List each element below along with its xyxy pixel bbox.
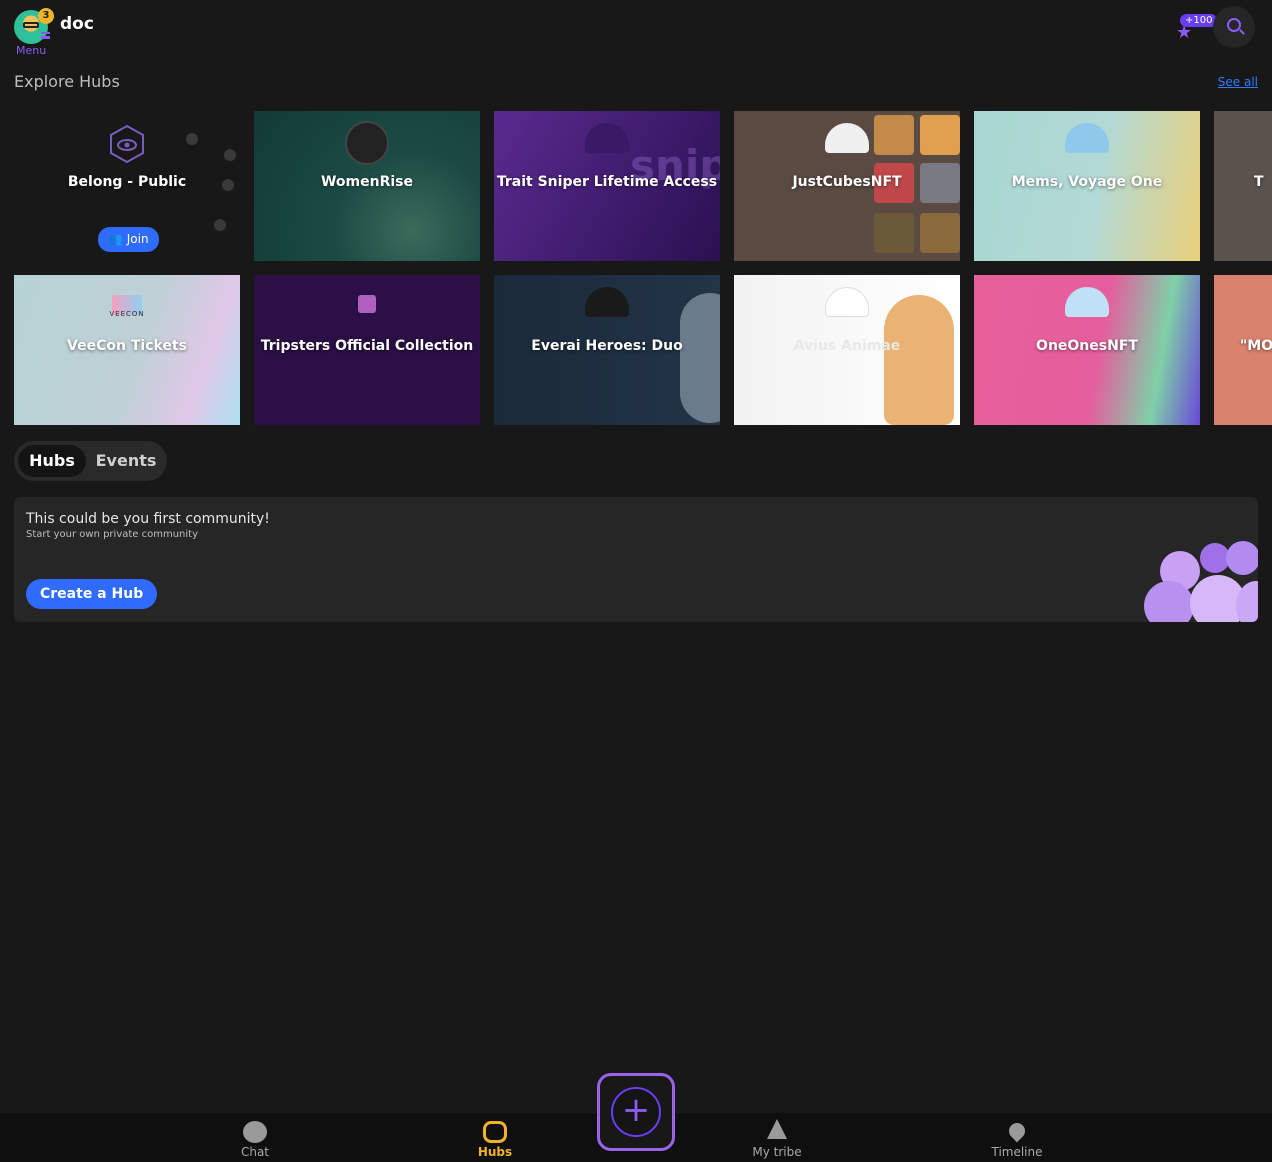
cube-image [874,115,914,155]
create-hub-button[interactable]: Create a Hub [26,579,158,609]
hub-name: Mems, Voyage One [1011,174,1163,190]
nav-my-tribe[interactable]: My tribe [717,1113,837,1162]
hub-name: T [1254,174,1264,190]
hub-name: Everai Heroes: Duo [531,338,683,354]
nav-label: My tribe [752,1145,802,1159]
nav-label: Chat [240,1145,270,1159]
tab-hubs[interactable]: Hubs [18,445,86,477]
search-button[interactable] [1213,6,1255,48]
people-icon: 👥 [108,232,127,246]
hub-card[interactable]: Belong - Public 👥 Join [14,111,240,261]
nav-label: Timeline [991,1145,1043,1159]
hub-banner-image [884,295,954,425]
belong-logo-icon [110,125,144,163]
tribe-icon [767,1119,787,1139]
points-count: +100 [1180,14,1218,27]
hub-name: "MOA [1240,338,1272,354]
plus-icon[interactable]: + [611,1087,661,1137]
hub-card[interactable]: Avius Animae [734,275,960,425]
hub-card[interactable]: Tripsters Official Collection [254,275,480,425]
hub-name: Tripsters Official Collection [260,338,474,354]
hub-name: Belong - Public [67,174,187,190]
hub-logo-icon [825,123,869,153]
hub-logo-icon [345,121,389,165]
glasses-icon [23,22,39,28]
join-label: Join [126,232,149,246]
hub-name: OneOnesNFT [1036,338,1138,354]
join-button[interactable]: 👥 Join [98,227,159,252]
see-all-link[interactable]: See all [1218,75,1258,89]
hub-name: JustCubesNFT [792,174,902,190]
menu-label[interactable]: Menu [16,44,46,57]
points-badge[interactable]: ★ +100 [1172,14,1218,42]
location-pin-icon [1005,1119,1029,1143]
hub-card[interactable]: Mems, Voyage One [974,111,1200,261]
hub-card[interactable]: JustCubesNFT [734,111,960,261]
hub-card[interactable]: VEECON VeeCon Tickets [14,275,240,425]
hub-logo-icon [1065,123,1109,153]
menu-icon[interactable] [41,32,50,39]
hub-carousel: Belong - Public 👥 Join WomenRise snipe T… [14,111,1272,425]
panel-subtitle: Start your own private community [26,529,199,540]
nav-label: Hubs [477,1145,513,1159]
notification-badge: 3 [38,8,54,24]
hub-name: VeeCon Tickets [67,338,187,354]
member-avatar [224,149,236,161]
username: doc [60,14,94,34]
cube-image [920,115,960,155]
hub-card[interactable]: snipe Trait Sniper Lifetime Access [494,111,720,261]
panel-title: This could be you first community! [26,511,270,527]
cube-image [920,213,960,253]
hub-name: Trait Sniper Lifetime Access [496,174,718,190]
create-fab-frame: + [597,1073,675,1151]
hub-logo-icon [825,287,869,317]
hub-logo-icon [585,287,629,317]
hub-tabs: Hubs Events [14,441,167,481]
member-avatar [214,219,226,231]
hub-card[interactable]: OneOnesNFT [974,275,1200,425]
person-blob [1226,541,1258,575]
explore-hubs-title: Explore Hubs [14,72,120,91]
top-bar: 3 Menu doc ★ +100 [0,0,1272,64]
hub-banner-image [680,293,720,423]
nav-hubs[interactable]: Hubs [435,1113,555,1162]
member-avatar [186,133,198,145]
hub-logo-icon [358,295,376,313]
hub-name: WomenRise [320,174,414,190]
nav-chat[interactable]: Chat [195,1113,315,1162]
hub-logo-text: VEECON [109,310,145,318]
hub-card[interactable]: WomenRise [254,111,480,261]
tab-events[interactable]: Events [90,445,162,477]
hub-card[interactable]: Everai Heroes: Duo [494,275,720,425]
nav-timeline[interactable]: Timeline [957,1113,1077,1162]
hub-logo-icon [585,123,629,153]
hub-icon [483,1121,507,1143]
hub-card[interactable]: T [1214,111,1272,261]
search-icon-handle [1239,29,1245,35]
hub-card[interactable]: "MOA [1214,275,1272,425]
community-illustration [1140,541,1258,622]
chat-icon [243,1121,267,1143]
hub-name: Avius Animae [793,338,901,354]
create-community-panel: This could be you first community! Start… [14,497,1258,622]
hub-logo-icon [1065,287,1109,317]
cube-image [874,213,914,253]
